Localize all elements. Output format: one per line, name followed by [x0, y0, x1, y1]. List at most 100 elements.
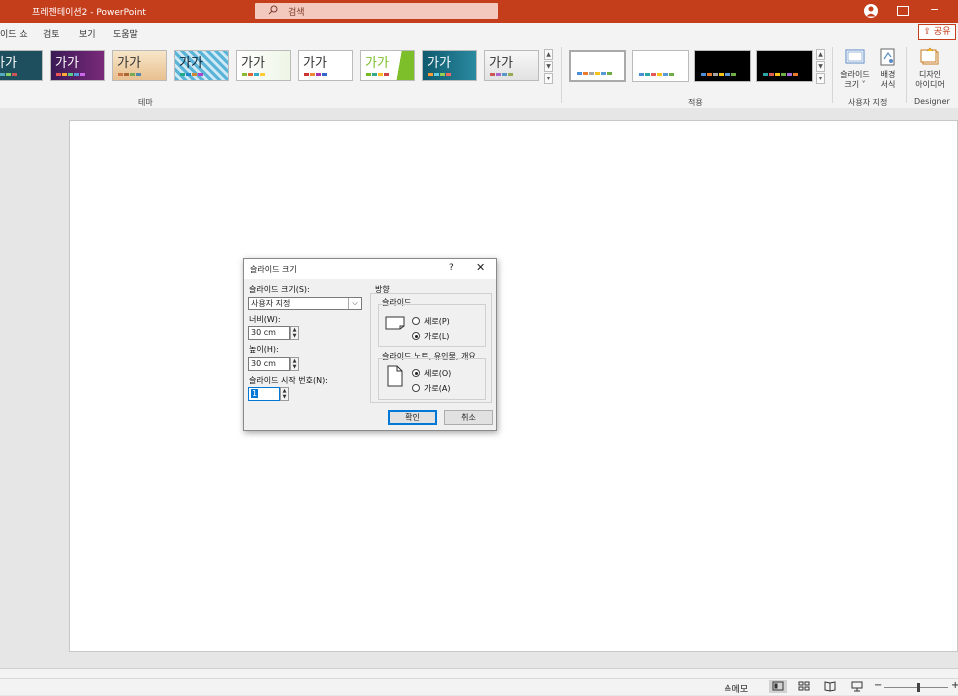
variants-group-label: 적용 [688, 98, 703, 107]
search-placeholder: 검색 [288, 8, 305, 18]
tab-slideshow[interactable]: 이드 쇼 [0, 27, 28, 40]
slideshow-icon [851, 681, 863, 692]
ribbon-display-options-icon[interactable] [897, 6, 909, 16]
theme-sample-text: 가가 [55, 56, 79, 71]
ribbon-divider [832, 47, 833, 103]
search-icon [268, 5, 278, 15]
tab-view[interactable]: 보기 [79, 27, 96, 40]
slide-size-value: 사용자 지정 [251, 299, 291, 308]
theme-sample-text: 가가 [365, 56, 389, 71]
tab-help[interactable]: 도움말 [113, 27, 138, 40]
start-number-value: 1 [251, 389, 259, 398]
variant-thumbnail[interactable] [632, 50, 689, 82]
zoom-slider[interactable] [884, 687, 948, 688]
help-button[interactable]: ? [449, 263, 454, 273]
slide-size-icon [845, 49, 865, 64]
theme-thumbnail[interactable]: 가가 [0, 50, 43, 81]
theme-thumbnail[interactable]: 가가 [360, 50, 415, 81]
zoom-out-button[interactable]: − [874, 680, 882, 691]
slide-size-button[interactable]: 슬라이드 크기 ˅ [838, 47, 872, 90]
gallery-scroll-down-icon[interactable]: ▼ [544, 61, 553, 72]
ribbon-divider [561, 47, 562, 103]
customize-group-label: 사용자 지정 [848, 98, 888, 107]
variant-thumbnail[interactable] [569, 50, 626, 82]
design-ideas-label-1: 디자인 [918, 70, 942, 79]
slide-canvas[interactable] [69, 120, 958, 652]
variant-thumbnail[interactable] [756, 50, 813, 82]
slide-size-dialog: 슬라이드 크기 ? ✕ 슬라이드 크기(S): 사용자 지정 ⌵ 너비(W): … [243, 258, 497, 431]
notes-portrait-label: 세로(O) [424, 369, 452, 378]
notes-portrait-radio[interactable] [412, 369, 420, 377]
ok-button[interactable]: 확인 [388, 410, 437, 425]
reading-view-icon [824, 681, 836, 692]
height-input[interactable]: 30 cm [248, 357, 290, 371]
width-input[interactable]: 30 cm [248, 326, 290, 340]
start-number-stepper[interactable]: ▲ ▼ [280, 387, 289, 401]
variants-scroll-up-icon[interactable]: ▲ [816, 49, 825, 60]
theme-sample-text: 가가 [179, 56, 203, 71]
share-label: 공유 [933, 27, 951, 37]
cancel-button[interactable]: 취소 [444, 410, 493, 425]
slide-size-label-2: 크기 ˅ [844, 80, 866, 89]
design-ideas-button[interactable]: 디자인 아이디어 [910, 47, 950, 90]
height-label: 높이(H): [249, 345, 279, 354]
design-ideas-icon [920, 47, 939, 65]
ribbon-tab-bar: 이드 쇼 검토 보기 도움말 [0, 23, 958, 43]
theme-thumbnail[interactable]: 가가 [298, 50, 353, 81]
height-stepper[interactable]: ▲ ▼ [290, 357, 299, 371]
slides-portrait-label: 세로(P) [424, 317, 450, 326]
theme-thumbnail[interactable]: 가가 [422, 50, 477, 81]
theme-thumbnail[interactable]: 가가 [50, 50, 105, 81]
status-bar: ≙메모 − + [0, 678, 958, 695]
notes-button[interactable]: ≙메모 [724, 682, 748, 695]
chevron-down-icon[interactable]: ⌵ [348, 298, 361, 309]
zoom-slider-thumb[interactable] [917, 683, 920, 692]
account-avatar-icon[interactable] [864, 4, 878, 18]
gallery-scroll-up-icon[interactable]: ▲ [544, 49, 553, 60]
theme-thumbnail[interactable]: 가가 [112, 50, 167, 81]
portrait-page-icon [387, 365, 403, 387]
theme-sample-text: 가가 [0, 56, 17, 71]
width-stepper[interactable]: ▲ ▼ [290, 326, 299, 340]
slides-landscape-radio[interactable] [412, 332, 420, 340]
theme-thumbnail[interactable]: 가가 [174, 50, 229, 81]
theme-sample-text: 가가 [241, 56, 265, 71]
variants-scroll-down-icon[interactable]: ▼ [816, 61, 825, 72]
format-background-label-1: 배경 [880, 70, 896, 79]
slide-sorter-icon [798, 681, 810, 691]
zoom-in-button[interactable]: + [951, 680, 958, 691]
start-number-input[interactable]: 1 [248, 387, 280, 401]
format-background-icon [880, 48, 895, 66]
landscape-page-icon [385, 316, 405, 330]
format-background-label-2: 서식 [880, 80, 896, 89]
normal-view-button[interactable] [769, 680, 787, 693]
notes-landscape-radio[interactable] [412, 384, 420, 392]
slide-size-select[interactable]: 사용자 지정 ⌵ [248, 297, 362, 310]
gallery-more-icon[interactable]: ▾ [544, 73, 553, 84]
slide-size-label-1: 슬라이드 [840, 70, 870, 79]
slides-portrait-radio[interactable] [412, 317, 420, 325]
width-label: 너비(W): [249, 315, 281, 324]
theme-sample-text: 가가 [427, 56, 451, 71]
share-icon: ⇪ [923, 27, 932, 37]
theme-thumbnail[interactable]: 가가 [484, 50, 539, 81]
start-number-label: 슬라이드 시작 번호(N): [249, 376, 328, 385]
share-button[interactable]: ⇪ 공유 [918, 24, 956, 40]
close-icon[interactable]: ✕ [476, 261, 485, 274]
designer-group-label: Designer [914, 97, 950, 106]
minimize-button[interactable]: − [930, 3, 939, 16]
format-background-button[interactable]: 배경 서식 [875, 47, 901, 90]
normal-view-icon [772, 681, 784, 691]
variant-thumbnail[interactable] [694, 50, 751, 82]
tab-review[interactable]: 검토 [43, 27, 60, 40]
theme-sample-text: 가가 [117, 56, 141, 71]
slides-landscape-label: 가로(L) [424, 332, 450, 341]
search-input[interactable]: 검색 [255, 3, 498, 19]
document-title: 프레젠테이션2 - PowerPoint [32, 8, 146, 18]
theme-thumbnail[interactable]: 가가 [236, 50, 291, 81]
variants-more-icon[interactable]: ▾ [816, 73, 825, 84]
dialog-title: 슬라이드 크기 [250, 265, 297, 274]
theme-sample-text: 가가 [489, 56, 513, 71]
ribbon-divider [906, 47, 907, 103]
slide-size-label: 슬라이드 크기(S): [249, 285, 310, 294]
